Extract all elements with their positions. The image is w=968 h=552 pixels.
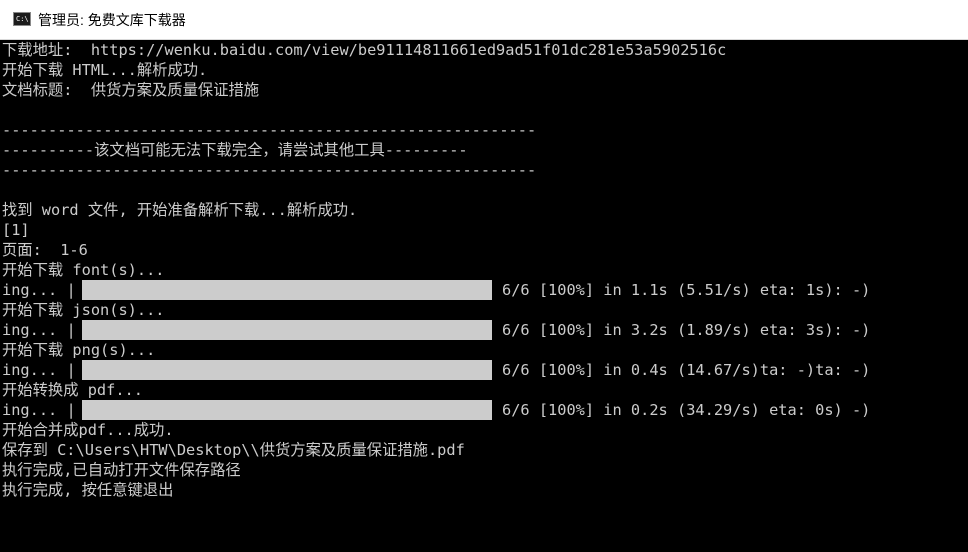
- console-line: 页面: 1-6: [2, 241, 88, 259]
- console-line: 执行完成, 按任意键退出: [2, 481, 174, 499]
- console-line: ----------------------------------------…: [2, 121, 537, 139]
- console-output[interactable]: 下载地址: https://wenku.baidu.com/view/be911…: [0, 40, 968, 552]
- console-icon[interactable]: C:\: [13, 12, 31, 26]
- progress-bar: [82, 400, 492, 420]
- progress-stats: 6/6 [100%] in 3.2s (1.89/s) eta: 3s): -): [502, 321, 871, 339]
- progress-bar: [82, 320, 492, 340]
- progress-lead: ing... |: [2, 321, 76, 339]
- console-line: 开始下载 font(s)...: [2, 261, 165, 279]
- console-line: ----------该文档可能无法下载完全，请尝试其他工具---------: [2, 141, 468, 159]
- progress-stats: 6/6 [100%] in 1.1s (5.51/s) eta: 1s): -): [502, 281, 871, 299]
- console-line: 开始合并成pdf...成功.: [2, 421, 174, 439]
- progress-fill: [82, 360, 492, 380]
- window-title: 管理员: 免费文库下载器: [38, 12, 186, 28]
- console-line: [1]: [2, 221, 30, 239]
- console-line: ----------------------------------------…: [2, 161, 537, 179]
- console-line: 保存到 C:\Users\HTW\Desktop\\供货方案及质量保证措施.pd…: [2, 441, 465, 459]
- progress-stats: 6/6 [100%] in 0.4s (14.67/s)ta: -)ta: -): [502, 361, 871, 379]
- console-line: 开始下载 HTML...解析成功.: [2, 61, 208, 79]
- console-line: 开始下载 json(s)...: [2, 301, 165, 319]
- console-line: 开始转换成 pdf...: [2, 381, 143, 399]
- console-line: 开始下载 png(s)...: [2, 341, 156, 359]
- progress-stats: 6/6 [100%] in 0.2s (34.29/s) eta: 0s) -): [502, 401, 871, 419]
- console-line: 找到 word 文件, 开始准备解析下载...解析成功.: [2, 201, 358, 219]
- progress-lead: ing... |: [2, 401, 76, 419]
- progress-fill: [82, 280, 492, 300]
- title-bar[interactable]: C:\ 管理员: 免费文库下载器: [0, 0, 968, 40]
- progress-fill: [82, 320, 492, 340]
- console-line: 文档标题: 供货方案及质量保证措施: [2, 81, 260, 99]
- progress-lead: ing... |: [2, 281, 76, 299]
- progress-bar: [82, 360, 492, 380]
- console-line: 执行完成,已自动打开文件保存路径: [2, 461, 241, 479]
- console-line: 下载地址: https://wenku.baidu.com/view/be911…: [2, 41, 727, 59]
- progress-bar: [82, 280, 492, 300]
- progress-fill: [82, 400, 492, 420]
- progress-lead: ing... |: [2, 361, 76, 379]
